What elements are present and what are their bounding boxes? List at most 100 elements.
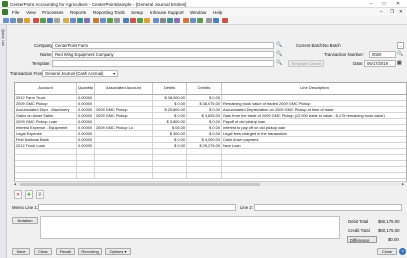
recall-button[interactable]: Recall bbox=[56, 248, 75, 255]
memo-line-1-field[interactable] bbox=[38, 204, 236, 211]
menu-window[interactable]: Window bbox=[190, 10, 206, 15]
scrollbar-thumb[interactable] bbox=[20, 183, 260, 186]
col-header-line-description[interactable]: Line Description bbox=[222, 83, 406, 95]
col-header-associated-account[interactable]: Associated Account bbox=[95, 83, 153, 95]
menu-reporting-tools[interactable]: Reporting Tools bbox=[93, 10, 125, 15]
calendar-icon[interactable] bbox=[70, 17, 76, 23]
bank-icon[interactable] bbox=[153, 17, 159, 23]
scroll-right-icon[interactable]: ▸ bbox=[402, 182, 404, 186]
journal-icon[interactable] bbox=[123, 17, 129, 23]
mdi-minimize-icon[interactable]: – bbox=[380, 9, 383, 14]
forward-icon[interactable] bbox=[10, 17, 16, 23]
company-search-icon[interactable]: 🔍 bbox=[276, 42, 283, 49]
livestock-icon[interactable] bbox=[190, 17, 196, 23]
menu-inhouse-support[interactable]: Inhouse Support bbox=[150, 10, 184, 15]
menu-reports[interactable]: Reports bbox=[70, 10, 86, 15]
mdi-restore-icon[interactable]: ❐ bbox=[390, 9, 394, 15]
transaction-number-field[interactable]: 0020 bbox=[369, 51, 396, 58]
window-title: CenterPoint Accounting for Agriculture -… bbox=[10, 1, 187, 7]
exit-icon[interactable] bbox=[222, 17, 228, 23]
inventory-icon[interactable] bbox=[144, 17, 150, 23]
cell-line-description[interactable] bbox=[222, 173, 406, 179]
options-button[interactable]: Options ▾ bbox=[105, 248, 131, 255]
copy-icon[interactable] bbox=[54, 17, 60, 23]
folder-icon[interactable] bbox=[24, 17, 30, 23]
chart-icon[interactable] bbox=[77, 17, 83, 23]
fields-icon[interactable] bbox=[197, 17, 203, 23]
menu-processes[interactable]: Processes bbox=[42, 10, 63, 15]
clear-button[interactable]: Clear bbox=[34, 248, 52, 255]
tools-icon[interactable] bbox=[93, 17, 99, 23]
menu-view[interactable]: View bbox=[26, 10, 36, 15]
col-header-credits[interactable]: Credits bbox=[187, 83, 222, 95]
notation-button[interactable]: Notation bbox=[12, 217, 38, 224]
delete-line-icon[interactable]: ✕ bbox=[14, 190, 22, 199]
add-icon[interactable] bbox=[40, 17, 46, 23]
payables-icon[interactable] bbox=[130, 17, 136, 23]
menu-help[interactable]: Help bbox=[213, 10, 222, 15]
settings-icon[interactable] bbox=[114, 17, 120, 23]
scroll-left-icon[interactable]: ◂ bbox=[14, 182, 16, 186]
difference-button[interactable]: Difference bbox=[347, 236, 377, 243]
notation-area[interactable] bbox=[40, 216, 340, 239]
calendar-icon[interactable]: ▦ bbox=[397, 60, 404, 67]
name-field[interactable]: Red Wing Equipment Company bbox=[52, 51, 274, 58]
credit-total-value: $60,175.00 bbox=[378, 228, 400, 233]
cell-account[interactable] bbox=[15, 173, 77, 179]
col-header-debits[interactable]: Debits bbox=[153, 83, 187, 95]
mdi-close-icon[interactable]: ✕ bbox=[399, 9, 403, 15]
crops-icon[interactable] bbox=[183, 17, 189, 23]
receivables-icon[interactable] bbox=[137, 17, 143, 23]
transaction-number-label: Transaction Number: bbox=[324, 52, 364, 57]
minimize-icon[interactable]: – bbox=[366, 0, 376, 8]
transaction-lookup-icon[interactable]: 🔍 bbox=[397, 51, 404, 58]
report-icon[interactable] bbox=[84, 17, 90, 23]
line-2-field[interactable] bbox=[254, 204, 402, 211]
transaction-from-select[interactable]: General Journal (Cash Accrual) ▼ bbox=[42, 70, 118, 77]
payroll-icon[interactable] bbox=[160, 17, 166, 23]
name-search-icon[interactable]: 🔍 bbox=[276, 51, 283, 58]
template-field[interactable] bbox=[52, 60, 274, 67]
col-header-quantity[interactable]: Quantity bbox=[77, 83, 95, 95]
title-bar: CenterPoint Accounting for Agriculture -… bbox=[0, 0, 407, 8]
company-field[interactable]: CenterPoint Farm bbox=[52, 42, 274, 49]
cell-associated-account[interactable] bbox=[95, 173, 153, 179]
horizontal-scrollbar[interactable]: ◂ ▸ bbox=[14, 181, 407, 186]
difference-label: Difference bbox=[350, 237, 370, 243]
window-icon[interactable] bbox=[100, 17, 106, 23]
template-cancel-button[interactable]: Template Cancel bbox=[288, 60, 324, 67]
menu-file[interactable]: File bbox=[12, 10, 19, 15]
help-icon[interactable] bbox=[206, 17, 212, 23]
close-button[interactable]: Close bbox=[377, 248, 397, 255]
budget-icon[interactable] bbox=[167, 17, 173, 23]
table-row[interactable] bbox=[15, 173, 406, 179]
cell-credit[interactable] bbox=[187, 173, 222, 179]
note-icon[interactable] bbox=[63, 17, 69, 23]
close-icon[interactable]: ✕ bbox=[393, 0, 403, 8]
debit-total-label: Debit Total bbox=[348, 219, 369, 224]
quick-list-tab[interactable]: Quick List bbox=[0, 25, 7, 258]
edit-icon[interactable] bbox=[47, 17, 53, 23]
line-2-label: Line 2: bbox=[240, 205, 253, 210]
document-icon bbox=[2, 9, 8, 15]
attach-icon[interactable]: ⚲ bbox=[36, 190, 44, 199]
batch-lookup-icon[interactable]: … bbox=[397, 42, 404, 49]
template-search-icon[interactable]: 🔍 bbox=[276, 60, 283, 67]
back-icon[interactable] bbox=[3, 17, 9, 23]
menu-setup[interactable]: Setup bbox=[131, 10, 143, 15]
maximize-icon[interactable]: □ bbox=[379, 0, 389, 8]
recurring-button[interactable]: Recurring bbox=[78, 248, 102, 255]
delete-icon[interactable] bbox=[33, 17, 39, 23]
insert-line-icon[interactable]: ✚ bbox=[25, 190, 33, 199]
production-icon[interactable] bbox=[174, 17, 180, 23]
print-icon[interactable] bbox=[17, 17, 23, 23]
transaction-from-label: Transaction From: bbox=[10, 71, 45, 76]
col-header-account[interactable]: Account bbox=[15, 83, 77, 95]
help-icon[interactable]: ? bbox=[399, 248, 406, 255]
date-field[interactable]: 06/17/2019 bbox=[364, 60, 396, 67]
save-button[interactable]: Save bbox=[12, 248, 30, 255]
info-icon[interactable] bbox=[213, 17, 219, 23]
cell-debit[interactable] bbox=[153, 173, 187, 179]
cell-quantity[interactable] bbox=[77, 173, 95, 179]
money-icon[interactable] bbox=[107, 17, 113, 23]
